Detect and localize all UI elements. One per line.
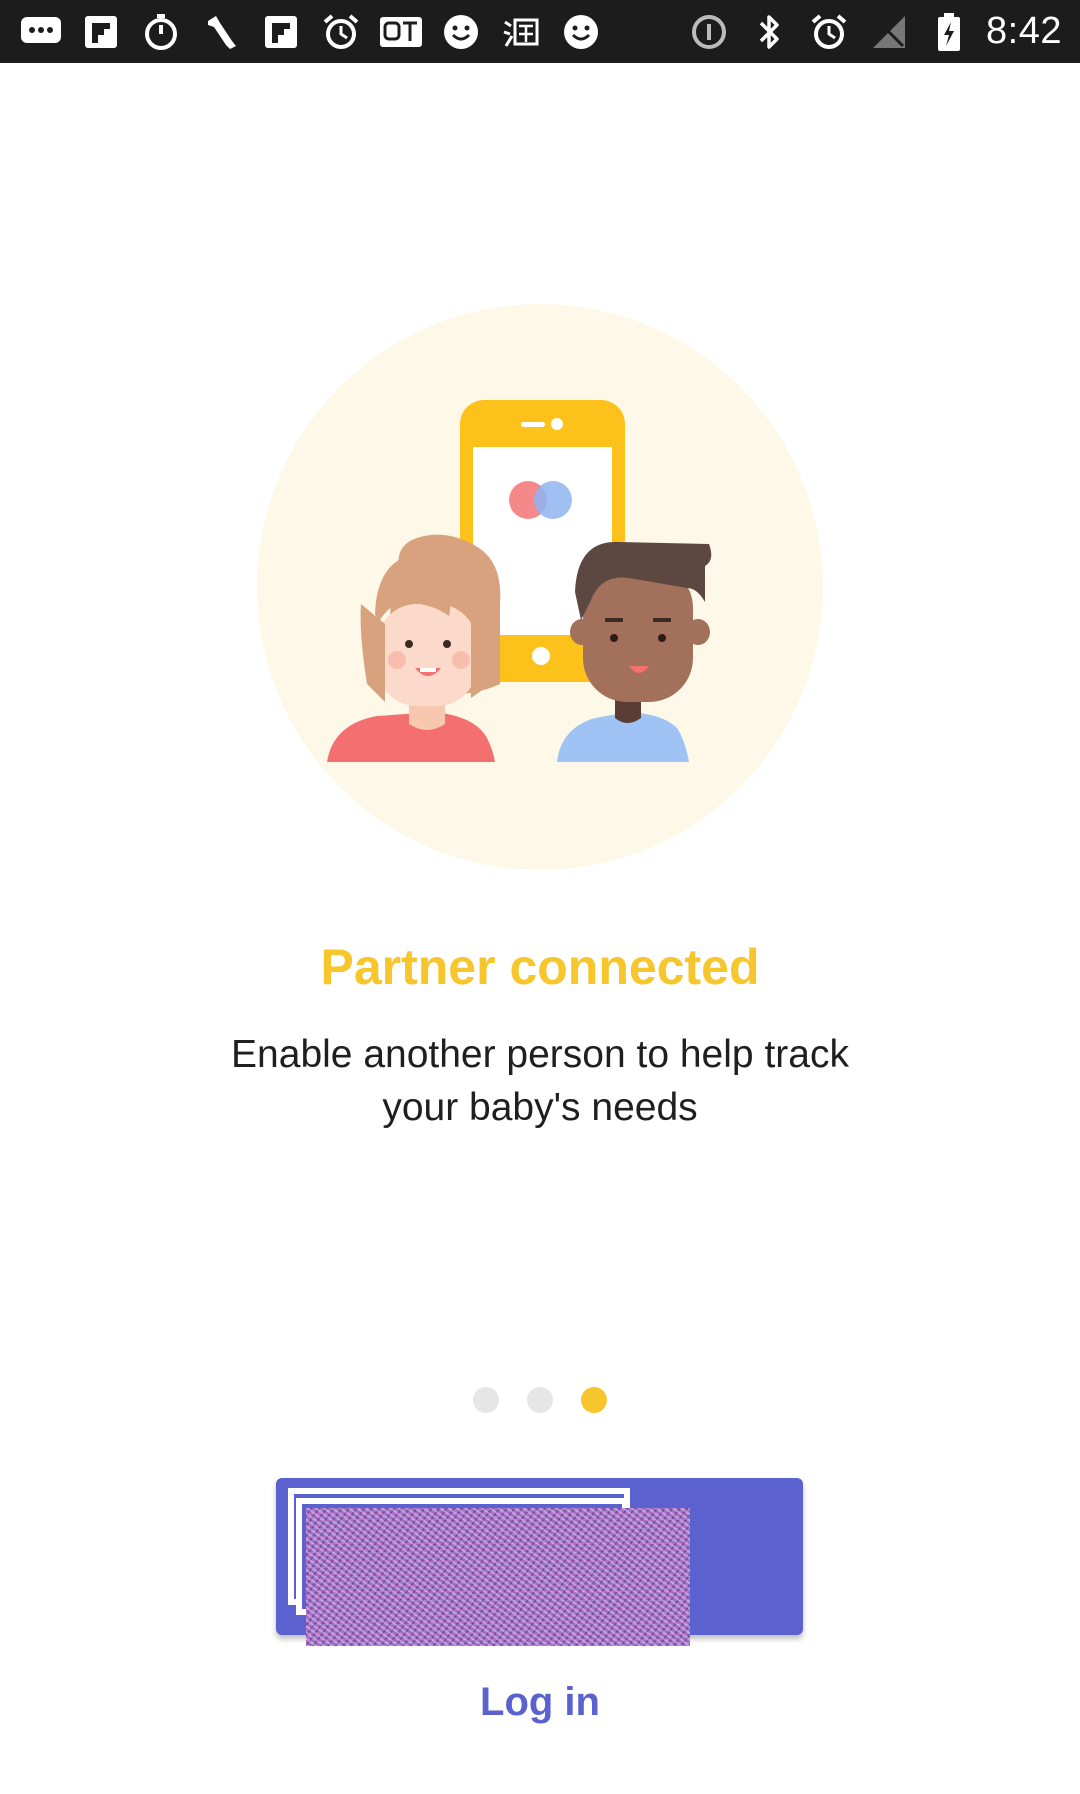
page-dot-2[interactable] xyxy=(527,1387,553,1413)
onboarding-screen: 8:42 Partner connected Enable another pe… xyxy=(0,0,1080,1794)
flipboard-icon xyxy=(78,12,124,52)
login-link[interactable]: Log in xyxy=(0,1680,1080,1725)
signal-off-icon xyxy=(866,12,912,52)
message-icon xyxy=(18,12,64,52)
status-bar: 8:42 xyxy=(0,0,1080,63)
notification-icons xyxy=(18,0,604,63)
system-icons: 8:42 xyxy=(686,0,1062,63)
alarm-icon xyxy=(318,12,364,52)
smiley-icon xyxy=(438,12,484,52)
onboarding-description: Enable another person to help track your… xyxy=(231,1033,849,1129)
bluetooth-icon xyxy=(746,12,792,52)
stopwatch-icon xyxy=(138,12,184,52)
onboarding-title: Partner connected xyxy=(320,939,760,995)
redacted-button-label xyxy=(306,1508,690,1646)
qt-icon xyxy=(378,12,424,52)
alarm-icon xyxy=(806,12,852,52)
page-dot-1[interactable] xyxy=(473,1387,499,1413)
wrench-icon xyxy=(198,12,244,52)
taobao-icon xyxy=(498,12,544,52)
page-dot-3-active[interactable] xyxy=(581,1387,607,1413)
info-icon xyxy=(686,12,732,52)
page-indicator xyxy=(0,1387,1080,1413)
flipboard-icon xyxy=(258,12,304,52)
partner-illustration xyxy=(257,304,823,870)
smiley-icon xyxy=(558,12,604,52)
primary-action-button[interactable] xyxy=(276,1478,803,1646)
clock: 8:42 xyxy=(986,10,1062,52)
battery-charging-icon xyxy=(926,12,972,52)
